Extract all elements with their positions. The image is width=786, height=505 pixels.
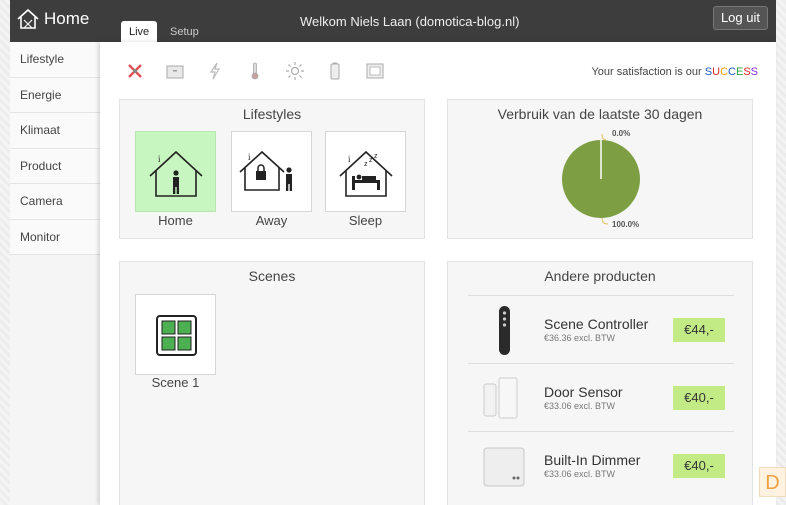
battery-icon[interactable] [324,60,346,82]
svg-text:z: z [369,157,373,164]
product-row-door-sensor[interactable]: Door Sensor €33.06 excl. BTW €40,- [468,363,734,431]
away-house-icon: i [239,150,292,191]
device-toolbar [124,60,386,82]
sidebar-item-product[interactable]: Product [10,148,100,184]
pie-label-connector [601,133,607,141]
network-off-icon[interactable] [124,60,146,82]
lifestyles-title: Lifestyles [242,106,302,122]
sidebar-item-camera[interactable]: Camera [10,184,100,220]
corner-badge[interactable]: D [759,467,786,497]
sleep-house-icon: i z z z [339,150,393,197]
lifestyle-home-button[interactable]: i [135,131,216,212]
sidebar: Lifestyle Energie Klimaat Product Camera… [10,42,100,505]
welcome-text: Welkom Niels Laan (domotica-blog.nl) [300,14,520,29]
pie-label-1: 100.0% [612,220,639,229]
product-row-built-in-dimmer[interactable]: Built-In Dimmer €33.06 excl. BTW €40,- [468,431,734,499]
lifestyle-away-label: Away [255,213,288,228]
success-letter: C [720,66,729,78]
product-price-excl: €36.36 excl. BTW [544,333,616,343]
scenes-title: Scenes [248,268,296,284]
product-name: Door Sensor [544,384,623,400]
product-price-excl: €33.06 excl. BTW [544,469,616,479]
success-word: SUCCESS [705,66,758,78]
satisfaction-slogan: Your satisfaction is our SUCCESS [591,66,758,78]
pie-label-connector [601,217,609,225]
lifestyle-sleep-button[interactable]: i z z z [325,131,406,212]
product-price-button[interactable]: €44,- [673,318,725,342]
tab-setup[interactable]: Setup [162,21,207,42]
success-letter: S [704,66,713,78]
svg-text:i: i [158,154,161,164]
product-price-button[interactable]: €40,- [673,454,725,478]
sun-icon[interactable] [284,60,306,82]
verbruik-pie-chart: 0.0% 100.0% [562,129,640,229]
camera-film-icon[interactable] [364,60,386,82]
scene-grid-icon [156,315,197,356]
lifestyles-panel: Lifestyles i Home i Away i z z z Sleep [119,99,425,239]
sidebar-item-monitor[interactable]: Monitor [10,219,100,255]
app-window: Home Live Setup Welkom Niels Laan (domot… [10,0,776,505]
scene-1-label: Scene 1 [151,375,200,390]
product-row-scene-controller[interactable]: Scene Controller €36.36 excl. BTW €44,- [468,295,734,363]
success-letter: U [712,66,721,78]
scene-1-button[interactable] [135,294,216,375]
home-house-icon: i [149,150,203,197]
scene-controller-image [499,306,510,355]
sidebar-item-lifestyle[interactable]: Lifestyle [10,42,100,78]
andere-producten-title: Andere producten [544,268,656,284]
pie-label-0: 0.0% [612,129,630,138]
product-name: Built-In Dimmer [544,452,641,468]
slogan-prefix: Your satisfaction is our [591,66,705,78]
product-name: Scene Controller [544,316,649,332]
home-link[interactable]: Home [16,8,89,30]
power-icon[interactable] [204,60,226,82]
svg-text:z: z [364,161,368,168]
verbruik-panel: Verbruik van de laatste 30 dagen 0.0% 100… [447,99,753,239]
sidebar-item-energie[interactable]: Energie [10,77,100,113]
built-in-dimmer-image [483,447,525,487]
product-price-excl: €33.06 excl. BTW [544,401,616,411]
success-letter: C [728,66,736,78]
tab-live[interactable]: Live [121,21,158,42]
svg-text:i: i [348,154,351,164]
svg-text:i: i [248,152,251,162]
sidebar-item-klimaat[interactable]: Klimaat [10,113,100,149]
door-sensor-image [483,377,518,419]
success-letter: S [743,66,751,78]
scenes-panel: Scenes Scene 1 [119,261,425,505]
house-logo-icon [17,8,39,29]
device-icon[interactable] [164,60,186,82]
top-bar: Home Live Setup Welkom Niels Laan (domot… [10,0,776,42]
thermometer-icon[interactable] [244,60,266,82]
lifestyle-home-label: Home [158,213,193,228]
main-content: Your satisfaction is our SUCCESS Lifesty… [100,42,776,505]
svg-text:z: z [374,153,378,160]
success-letter: S [750,66,758,78]
andere-producten-panel: Andere producten Scene Controller €36.36… [447,261,753,505]
lifestyle-sleep-label: Sleep [348,213,383,228]
lifestyle-away-button[interactable]: i [231,131,312,212]
home-label: Home [44,9,90,28]
product-price-button[interactable]: €40,- [673,386,725,410]
logout-button[interactable]: Log uit [712,6,768,30]
